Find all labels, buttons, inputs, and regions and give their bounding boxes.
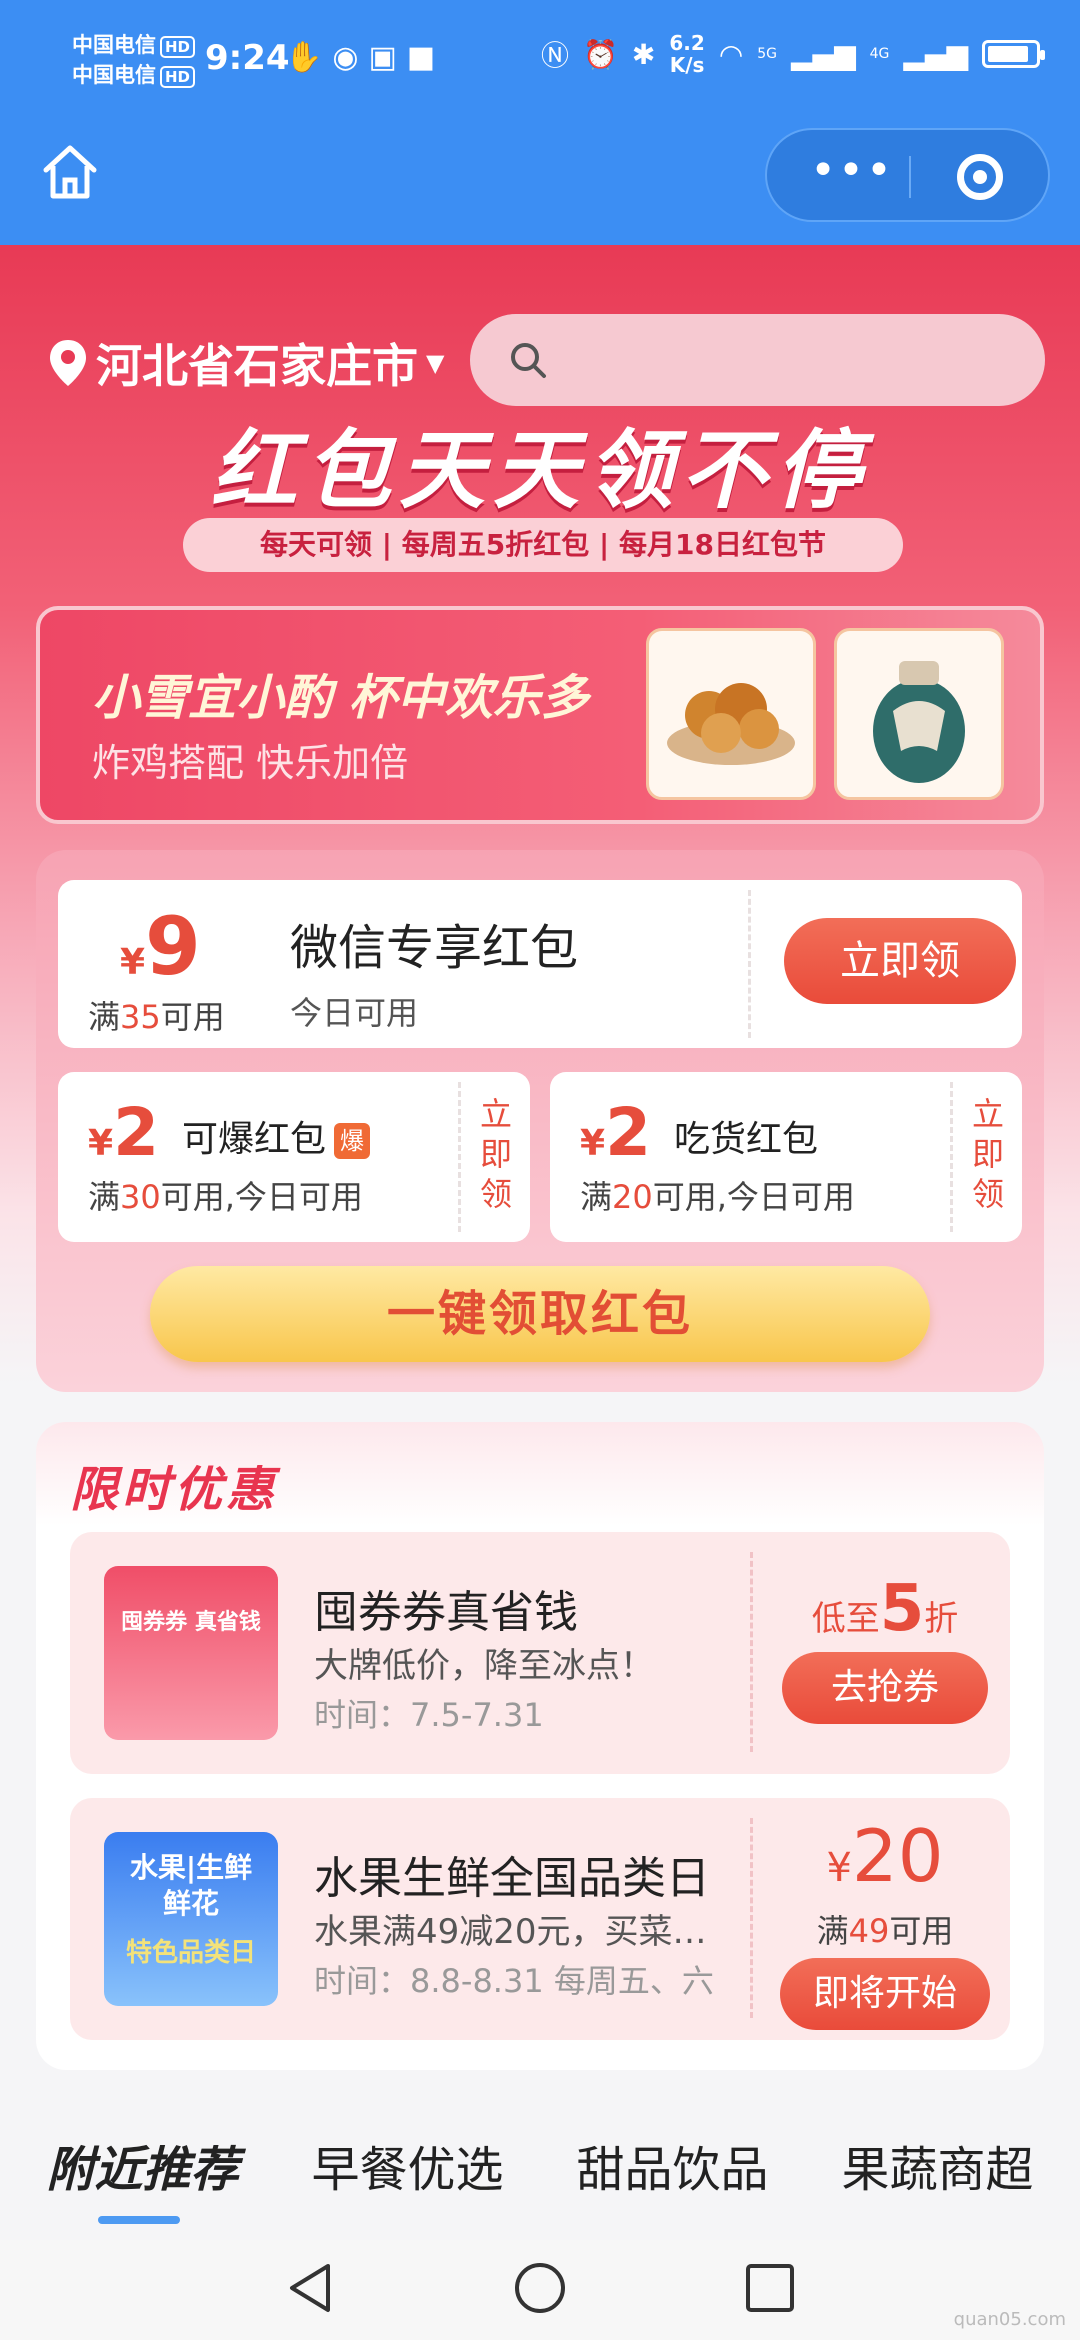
tab-breakfast[interactable]: 早餐优选: [311, 2130, 503, 2230]
coupon-card-foodie: ¥2 吃货红包 满20可用,今日可用 立即领: [550, 1072, 1022, 1242]
limited-offers-section: 限时优惠 囤券券 真省钱 囤券券真省钱 大牌低价，降至冰点！ 时间：7.5-7.…: [36, 1422, 1044, 2070]
coupon-amount: ¥9: [120, 900, 201, 993]
carrier-2: 中国电信: [72, 63, 156, 87]
section-title: 限时优惠: [70, 1462, 279, 1518]
coupon-panel: ¥9 满35可用 微信专享红包 今日可用 立即领 ¥2 可爆红包爆 满30可用,…: [36, 850, 1044, 1392]
coupon-card-boost: ¥2 可爆红包爆 满30可用,今日可用 立即领: [58, 1072, 530, 1242]
carrier-1: 中国电信: [72, 33, 156, 57]
search-bar[interactable]: [470, 314, 1045, 406]
coupon-divider: [950, 1082, 953, 1232]
coupon-title: 微信专享红包: [290, 920, 579, 976]
coupon-condition: 满30可用,今日可用: [88, 1178, 363, 1216]
top-bar: 中国电信 HD 中国电信 HD 9:24 ✋◉▣■ Ⓝ ⏰ ✱ 6.2 K/s ◠ 5…: [0, 0, 1080, 245]
close-target-icon[interactable]: [957, 154, 1003, 200]
coupon-name: 吃货红包: [674, 1119, 819, 1160]
signal-label-1: 5G: [757, 46, 778, 62]
offer-thumbnail: 水果|生鲜 鲜花 特色品类日: [104, 1832, 278, 2006]
alarm-icon: ⏰: [583, 37, 618, 71]
network-speed: 6.2 K/s: [669, 31, 705, 77]
fried-chicken-image: [646, 628, 816, 800]
location-selector[interactable]: 河北省石家庄市 ▼: [48, 330, 444, 396]
home-circle-icon[interactable]: [512, 2260, 568, 2316]
coupon-condition: 满35可用: [88, 998, 225, 1036]
capsule-divider: [909, 156, 911, 198]
wine-jar-image: [834, 628, 1004, 800]
battery-icon: [982, 40, 1045, 68]
offer-title: 水果生鲜全国品类日: [314, 1853, 710, 1904]
recents-icon[interactable]: [744, 2260, 796, 2316]
status-bar: 中国电信 HD 中国电信 HD 9:24 ✋◉▣■ Ⓝ ⏰ ✱ 6.2 K/s ◠ 5…: [0, 0, 1080, 120]
coming-soon-button[interactable]: 即将开始: [780, 1958, 990, 2030]
search-icon: [511, 343, 546, 378]
claim-all-button[interactable]: 一键领取红包: [150, 1266, 930, 1362]
offer-title: 囤券券真省钱: [314, 1587, 578, 1638]
offer-condition: 满49可用: [816, 1912, 954, 1950]
location-pin-icon: [50, 340, 86, 386]
promo-banner[interactable]: 小雪宜小酌 杯中欢乐多 炸鸡搭配 快乐加倍: [36, 606, 1044, 824]
offer-divider: [750, 1818, 753, 2018]
system-icons: Ⓝ ⏰ ✱ 6.2 K/s ◠ 5G ▂▄▆ 4G ▂▄▆: [541, 31, 1045, 77]
hand-icon: ✋: [285, 40, 333, 75]
chat-icon: ▣: [368, 40, 407, 75]
more-icon[interactable]: •••: [807, 148, 897, 204]
coupon-card-wechat: ¥9 满35可用 微信专享红包 今日可用 立即领: [58, 880, 1022, 1048]
signal-label-2: 4G: [869, 46, 890, 62]
offer-action: ¥20 满49可用 即将开始: [760, 1798, 1010, 2040]
bluetooth-icon: ✱: [631, 37, 656, 71]
watermark: quan05.com: [953, 2309, 1066, 2330]
offer-time: 时间：7.5-7.31: [314, 1696, 544, 1734]
mini-program-capsule: •••: [765, 128, 1050, 222]
coupon-subtitle: 今日可用: [290, 994, 419, 1032]
coupon-name: 可爆红包爆: [182, 1110, 371, 1162]
offer-description: 水果满49减20元，买菜…: [314, 1912, 707, 1952]
home-icon[interactable]: [38, 140, 102, 204]
category-tabs: 附近推荐 早餐优选 甜品饮品 果蔬商超: [0, 2130, 1080, 2230]
location-text: 河北省石家庄市: [96, 339, 418, 393]
book-icon: ■: [406, 40, 446, 75]
offer-time: 时间：8.8-8.31 每周五、六: [314, 1962, 714, 2000]
wifi-icon: ◠: [718, 37, 744, 71]
tab-desserts[interactable]: 甜品饮品: [576, 2130, 768, 2230]
offer-divider: [750, 1552, 753, 1752]
status-time: 9:24: [205, 38, 290, 78]
banner-title: 小雪宜小酌 杯中欢乐多: [92, 670, 589, 726]
coupon-amount: ¥2: [580, 1094, 651, 1171]
dropdown-caret-icon: ▼: [426, 349, 445, 377]
hd-badge: HD: [160, 36, 196, 58]
offer-thumbnail: 囤券券 真省钱: [104, 1566, 278, 1740]
back-icon[interactable]: [284, 2260, 336, 2316]
offer-discount: 低至5折: [811, 1572, 959, 1646]
nfc-icon: Ⓝ: [541, 39, 570, 72]
boost-badge: 爆: [334, 1123, 371, 1159]
offer-action: 低至5折 去抢券: [760, 1532, 1010, 1774]
claim-now-button[interactable]: 立即领: [784, 918, 1016, 1004]
notification-icons: ✋◉▣■: [285, 40, 445, 75]
claim-now-button[interactable]: 立即领: [476, 1094, 516, 1214]
coupon-divider: [458, 1082, 461, 1232]
offer-description: 大牌低价，降至冰点！: [314, 1646, 654, 1686]
signal-icon: ▂▄▆: [903, 37, 968, 71]
signal-icon: ▂▄▆: [791, 37, 856, 71]
promo-headline: 红包天天领不停: [211, 421, 869, 521]
coupon-condition: 满20可用,今日可用: [580, 1178, 855, 1216]
system-navigation-bar: quan05.com: [0, 2240, 1080, 2340]
tab-nearby[interactable]: 附近推荐: [46, 2130, 239, 2230]
promo-subline: 每天可领 | 每周五5折红包 | 每月18日红包节: [183, 518, 903, 572]
offer-card[interactable]: 水果|生鲜 鲜花 特色品类日 水果生鲜全国品类日 水果满49减20元，买菜… 时…: [70, 1798, 1010, 2040]
tab-groceries[interactable]: 果蔬商超: [841, 2130, 1033, 2230]
banner-subtitle: 炸鸡搭配 快乐加倍: [92, 741, 409, 785]
coupon-amount: ¥2: [88, 1094, 159, 1171]
hd-badge: HD: [160, 66, 196, 88]
offer-card[interactable]: 囤券券 真省钱 囤券券真省钱 大牌低价，降至冰点！ 时间：7.5-7.31 低至…: [70, 1532, 1010, 1774]
coupon-divider: [748, 890, 751, 1038]
carrier-info: 中国电信 HD 中国电信 HD: [72, 30, 196, 90]
qq-icon: ◉: [332, 40, 369, 75]
grab-coupon-button[interactable]: 去抢券: [782, 1652, 988, 1724]
claim-now-button[interactable]: 立即领: [968, 1094, 1008, 1214]
offer-amount: ¥20: [826, 1814, 944, 1898]
